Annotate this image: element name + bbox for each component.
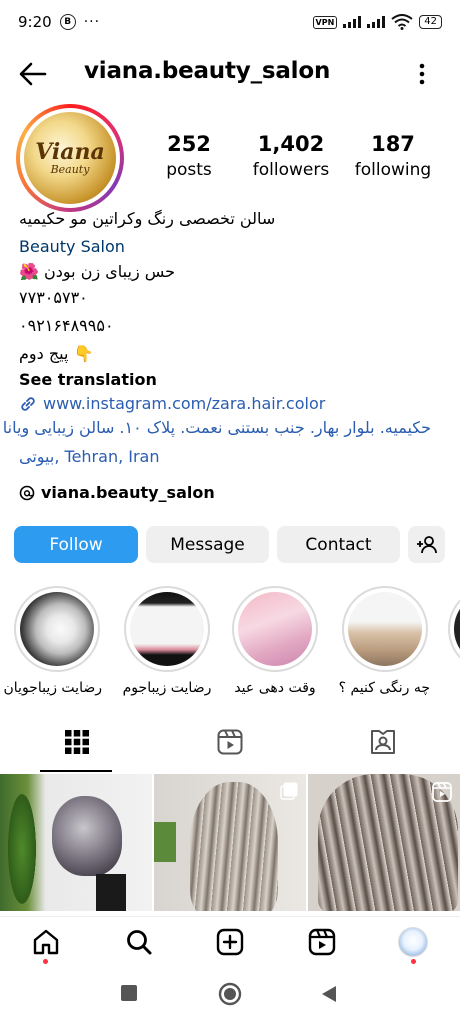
reels-nav-icon (308, 928, 336, 956)
highlight-flowers-image (20, 592, 94, 666)
suggested-users-button[interactable] (408, 526, 445, 563)
avatar-logo-image: Viana Beauty (24, 112, 116, 204)
add-user-icon (416, 535, 437, 553)
followers-label: followers (252, 160, 330, 180)
home-icon (33, 929, 59, 955)
threads-handle: viana.beauty_salon (41, 483, 215, 502)
grid-icon (64, 730, 89, 754)
stat-posts[interactable]: 252 posts (134, 132, 244, 180)
nav-home[interactable] (31, 927, 61, 957)
message-button[interactable]: Message (146, 526, 269, 563)
highlight-label: چه رنگی کنیم ؟ (338, 680, 430, 696)
nav-create[interactable] (215, 927, 245, 957)
b-icon: B (59, 14, 76, 30)
page-title: viana.beauty_salon (84, 58, 331, 84)
phone-1: ۷۷۳۰۵۷۳۰ (19, 288, 88, 307)
signal-icon (343, 16, 362, 28)
bio-line-3: 🌺 حس زیبای زن بودن (19, 262, 175, 281)
signal-icon-2 (367, 16, 386, 28)
back-system-button[interactable] (320, 984, 338, 1008)
wifi-icon (391, 14, 413, 30)
reel-badge-icon (432, 782, 452, 802)
nav-search[interactable] (124, 927, 154, 957)
highlight-label: رضایت زیباجویان (3, 680, 103, 696)
following-label: following (354, 160, 432, 180)
post-thumbnail[interactable] (0, 774, 152, 911)
address-line-1[interactable]: حکیمیه. بلوار بهار. جنب بستنی نعمت. پلاک… (3, 418, 431, 437)
battery-icon: 42 (419, 15, 442, 29)
pointing-down-emoji: 👇 (73, 344, 94, 363)
phone-2: ۰۹۲۱۶۴۸۹۹۵۰ (19, 316, 114, 335)
bio-line-6: پیج دوم 👇 (19, 344, 93, 363)
following-count: 187 (371, 132, 415, 156)
active-tab-indicator (40, 770, 112, 772)
triangle-back-icon (322, 986, 336, 1002)
bio-line-6-text: پیج دوم (19, 344, 69, 363)
bio-line-1: سالن تخصصی رنگ وکراتین مو حکیمیه (19, 209, 276, 228)
avatar-logo-text: Viana (35, 138, 105, 165)
profile-tabs (0, 712, 460, 774)
avatar[interactable]: Viana Beauty (16, 104, 124, 212)
posts-label: posts (166, 160, 212, 180)
bottom-navigation (0, 916, 460, 966)
posts-grid (0, 774, 460, 911)
highlight-3[interactable]: وقت دهی عید (230, 586, 320, 696)
highlight-review-image (130, 592, 204, 666)
status-time: 9:20 (18, 13, 52, 31)
nav-reels[interactable] (307, 927, 337, 957)
profile-notification-dot (411, 959, 416, 964)
more-notifications-icon: ··· (83, 14, 101, 30)
contact-button[interactable]: Contact (277, 526, 400, 563)
tab-tagged[interactable] (306, 712, 459, 772)
highlight-label: رضایت زیباجوم (122, 680, 212, 696)
address-en: , Tehran, Iran (54, 447, 160, 466)
tagged-icon (370, 730, 395, 754)
profile-header: viana.beauty_salon (0, 52, 460, 96)
highlight-4[interactable]: چه رنگی کنیم ؟ (338, 586, 430, 696)
posts-count: 252 (167, 132, 211, 156)
website-link[interactable]: www.instagram.com/zara.hair.color (19, 394, 325, 413)
tab-posts[interactable] (0, 712, 153, 772)
bio-line-3-text: حس زیبای زن بودن (44, 262, 176, 281)
create-post-icon (216, 928, 244, 956)
website-text: www.instagram.com/zara.hair.color (43, 394, 326, 413)
back-arrow-icon[interactable] (18, 60, 48, 88)
vpn-icon: VPN (312, 15, 338, 29)
tab-reels[interactable] (153, 712, 306, 772)
threads-link[interactable]: viana.beauty_salon (19, 483, 215, 502)
highlight-5-partial[interactable] (448, 586, 460, 672)
post-thumbnail[interactable] (154, 774, 306, 911)
more-options-icon[interactable] (412, 60, 432, 88)
stat-following[interactable]: 187 following (338, 132, 448, 180)
reels-icon (217, 729, 242, 755)
stat-followers[interactable]: 1,402 followers (236, 132, 346, 180)
threads-icon (19, 485, 35, 500)
post-thumbnail[interactable] (308, 774, 460, 911)
highlight-label: وقت دهی عید (234, 680, 316, 696)
address-fa: بیوتی (19, 447, 55, 466)
search-icon (127, 930, 152, 955)
follow-button[interactable]: Follow (14, 526, 138, 563)
highlight-color-image (348, 592, 422, 666)
address-line-2[interactable]: بیوتی, Tehran, Iran (19, 447, 160, 466)
category-label[interactable]: Beauty Salon (19, 237, 125, 256)
followers-count: 1,402 (257, 132, 325, 156)
highlight-2[interactable]: رضایت زیباجوم (122, 586, 212, 696)
home-system-button[interactable] (218, 982, 242, 1010)
highlight-1[interactable]: رضایت زیباجویان (3, 586, 103, 696)
home-notification-dot (43, 959, 48, 964)
status-bar: 9:20 B ··· VPN 42 (0, 0, 460, 44)
flower-emoji: 🌺 (19, 262, 39, 281)
see-translation-link[interactable]: See translation (19, 370, 157, 389)
nav-profile[interactable] (398, 927, 428, 957)
recent-apps-button[interactable] (120, 984, 138, 1006)
avatar-logo-sub: Beauty (50, 162, 90, 176)
circle-home-icon (218, 982, 242, 1006)
system-navigation (0, 972, 460, 1024)
carousel-icon (280, 782, 298, 800)
profile-avatar-small (398, 927, 428, 957)
square-icon (121, 985, 137, 1001)
link-icon (21, 396, 35, 411)
highlight-appointment-image (238, 592, 312, 666)
